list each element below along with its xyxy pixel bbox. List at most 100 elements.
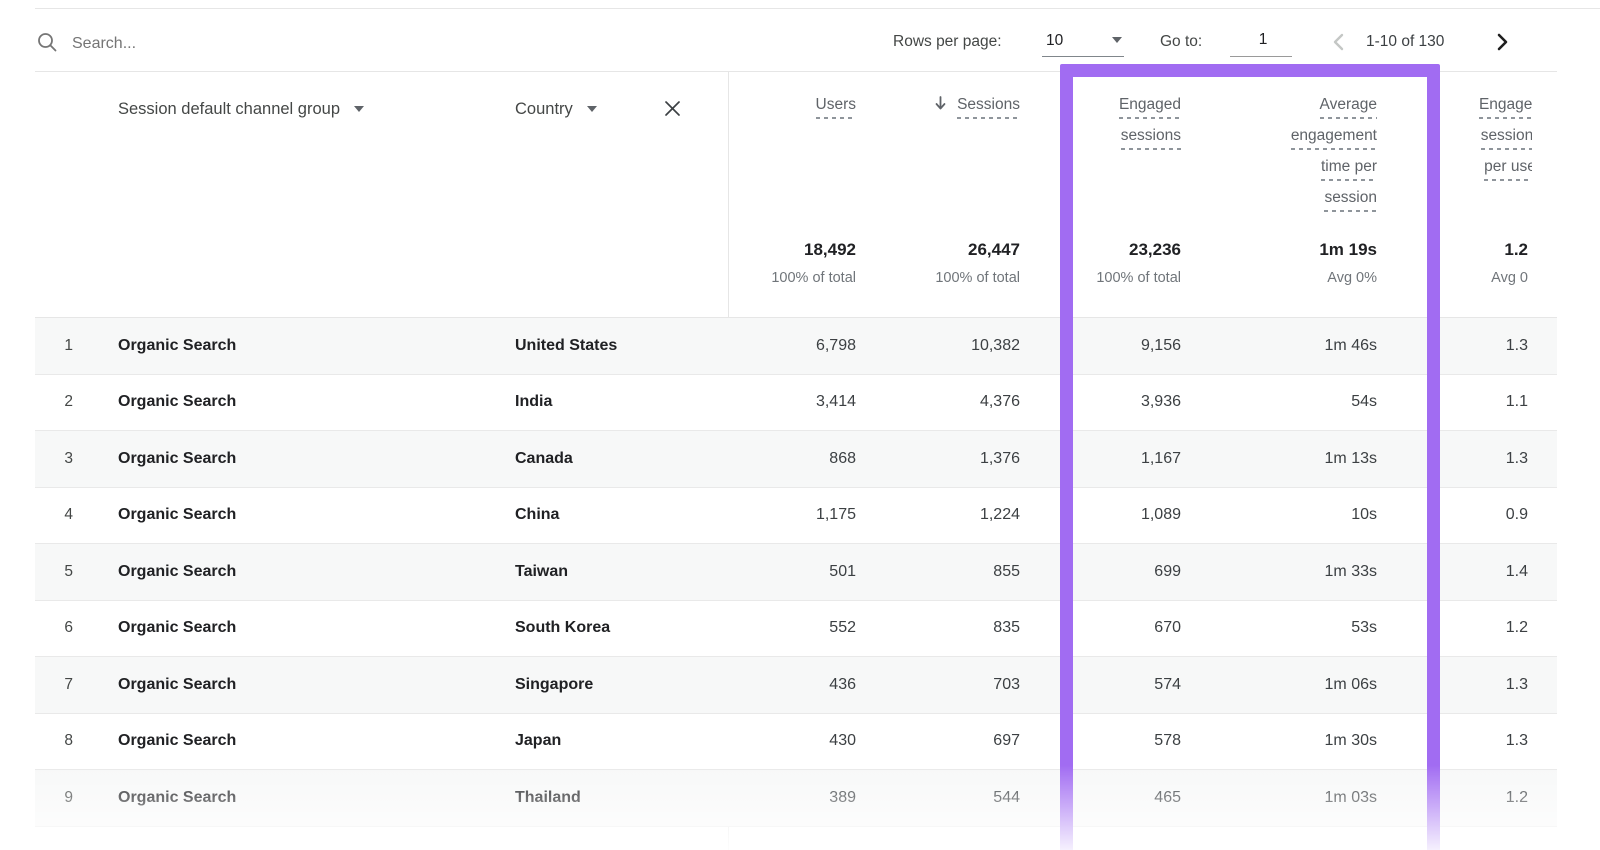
cell-country: South Korea xyxy=(515,601,715,657)
cell-country: Canada xyxy=(515,431,715,487)
column-header-channel-group[interactable]: Session default channel group xyxy=(118,100,364,119)
cell-engaged-sessions-per-user: 1.4 xyxy=(1390,544,1528,600)
channel-group-header-label: Session default channel group xyxy=(118,100,340,118)
cell-channel-group: Organic Search xyxy=(118,488,488,544)
cell-country: India xyxy=(515,375,715,431)
cell-engaged-sessions: 9,156 xyxy=(1031,318,1181,374)
cell-avg-engagement-time: 53s xyxy=(1197,601,1377,657)
cell-engaged-sessions-per-user: 1.2 xyxy=(1390,601,1528,657)
cell-avg-engagement-time: 1m 46s xyxy=(1197,318,1377,374)
cell-users: 3,414 xyxy=(700,375,856,431)
engaged-sessions-header-line: Engaged xyxy=(1119,95,1181,119)
cell-country: Japan xyxy=(515,714,715,770)
cell-sessions: 697 xyxy=(860,714,1020,770)
row-index: 7 xyxy=(35,657,73,713)
cell-engaged-sessions-per-user: 1.3 xyxy=(1390,431,1528,487)
cell-engaged-sessions-per-user: 0.9 xyxy=(1390,488,1528,544)
totals-avg-time-value: 1m 19s xyxy=(1197,240,1377,260)
row-index: 2 xyxy=(35,375,73,431)
cell-country: China xyxy=(515,488,715,544)
table-row: 7 Organic Search Singapore 436 703 574 1… xyxy=(35,657,1557,714)
totals-per-user-value: 1.2 xyxy=(1390,240,1528,260)
cell-engaged-sessions: 670 xyxy=(1031,601,1181,657)
cell-avg-engagement-time: 10s xyxy=(1197,488,1377,544)
totals-engaged-sessions: 23,236 100% of total xyxy=(1031,240,1181,286)
cell-engaged-sessions-per-user: 1.3 xyxy=(1390,318,1528,374)
column-header-engaged-sessions-per-user[interactable]: Engaged sessions per user xyxy=(1384,95,1532,188)
cell-avg-engagement-time: 1m 30s xyxy=(1197,714,1377,770)
search-input[interactable] xyxy=(70,30,674,58)
totals-sessions-value: 26,447 xyxy=(860,240,1020,260)
avg-engagement-header-line: Average xyxy=(1320,95,1377,119)
cell-engaged-sessions: 3,936 xyxy=(1031,375,1181,431)
users-header-label: Users xyxy=(816,95,856,119)
totals-per-user-subtext: Avg 0 xyxy=(1390,270,1528,286)
cell-users: 501 xyxy=(700,544,856,600)
engaged-per-user-header-line: Engaged xyxy=(1479,95,1532,119)
column-header-sessions[interactable]: Sessions xyxy=(860,95,1020,126)
totals-avg-time-subtext: Avg 0% xyxy=(1197,270,1377,286)
cell-avg-engagement-time: 1m 03s xyxy=(1197,770,1377,826)
table-row: 2 Organic Search India 3,414 4,376 3,936… xyxy=(35,375,1557,432)
sort-descending-icon xyxy=(933,95,948,117)
remove-dimension-button[interactable] xyxy=(662,98,683,124)
cell-country: United States xyxy=(515,318,715,374)
sessions-header-label: Sessions xyxy=(957,95,1020,119)
caret-down-icon xyxy=(587,106,597,112)
cell-users: 6,798 xyxy=(700,318,856,374)
column-header-avg-engagement-time[interactable]: Average engagement time per session xyxy=(1197,95,1377,219)
cell-engaged-sessions-per-user: 1.3 xyxy=(1390,714,1528,770)
column-header-country[interactable]: Country xyxy=(515,100,597,119)
cell-sessions: 835 xyxy=(860,601,1020,657)
cell-country: Taiwan xyxy=(515,544,715,600)
country-header-label: Country xyxy=(515,100,573,118)
cell-avg-engagement-time: 1m 06s xyxy=(1197,657,1377,713)
cell-users: 436 xyxy=(700,657,856,713)
cell-channel-group: Organic Search xyxy=(118,657,488,713)
totals-sessions: 26,447 100% of total xyxy=(860,240,1020,286)
cell-sessions: 4,376 xyxy=(860,375,1020,431)
dropdown-caret-icon xyxy=(1112,37,1122,43)
rows-per-page-value: 10 xyxy=(1046,32,1063,50)
cell-engaged-sessions: 578 xyxy=(1031,714,1181,770)
search-icon xyxy=(36,31,59,59)
cell-sessions: 1,376 xyxy=(860,431,1020,487)
cell-engaged-sessions: 465 xyxy=(1031,770,1181,826)
cell-engaged-sessions: 574 xyxy=(1031,657,1181,713)
next-page-button[interactable] xyxy=(1490,30,1514,54)
row-index: 9 xyxy=(35,770,73,826)
cell-users: 868 xyxy=(700,431,856,487)
cell-sessions: 703 xyxy=(860,657,1020,713)
cell-users: 1,175 xyxy=(700,488,856,544)
cell-sessions: 10,382 xyxy=(860,318,1020,374)
prev-page-button[interactable] xyxy=(1328,30,1352,54)
cell-country: Thailand xyxy=(515,770,715,826)
rows-per-page-label: Rows per page: xyxy=(893,33,1002,51)
totals-users-subtext: 100% of total xyxy=(700,270,856,286)
totals-sessions-subtext: 100% of total xyxy=(860,270,1020,286)
cell-channel-group: Organic Search xyxy=(118,714,488,770)
rows-per-page-select[interactable]: 10 xyxy=(1042,24,1124,57)
cell-engaged-sessions-per-user: 1.3 xyxy=(1390,657,1528,713)
cell-channel-group: Organic Search xyxy=(118,601,488,657)
table-row: 9 Organic Search Thailand 389 544 465 1m… xyxy=(35,770,1557,827)
row-index: 8 xyxy=(35,714,73,770)
column-header-engaged-sessions[interactable]: Engaged sessions xyxy=(1031,95,1181,157)
cell-sessions: 1,224 xyxy=(860,488,1020,544)
cell-users: 430 xyxy=(700,714,856,770)
go-to-input[interactable] xyxy=(1230,30,1296,50)
cell-channel-group: Organic Search xyxy=(118,431,488,487)
cell-channel-group: Organic Search xyxy=(118,544,488,600)
table-row: 1 Organic Search United States 6,798 10,… xyxy=(35,318,1557,375)
column-header-users[interactable]: Users xyxy=(700,95,856,126)
row-index: 3 xyxy=(35,431,73,487)
table-row: 5 Organic Search Taiwan 501 855 699 1m 3… xyxy=(35,544,1557,601)
engaged-sessions-header-line: sessions xyxy=(1121,126,1181,150)
cell-country: Singapore xyxy=(515,657,715,713)
cell-channel-group: Organic Search xyxy=(118,375,488,431)
cell-users: 552 xyxy=(700,601,856,657)
cell-engaged-sessions: 1,167 xyxy=(1031,431,1181,487)
go-to-field[interactable] xyxy=(1230,24,1292,57)
row-index: 4 xyxy=(35,488,73,544)
cell-engaged-sessions-per-user: 1.2 xyxy=(1390,770,1528,826)
